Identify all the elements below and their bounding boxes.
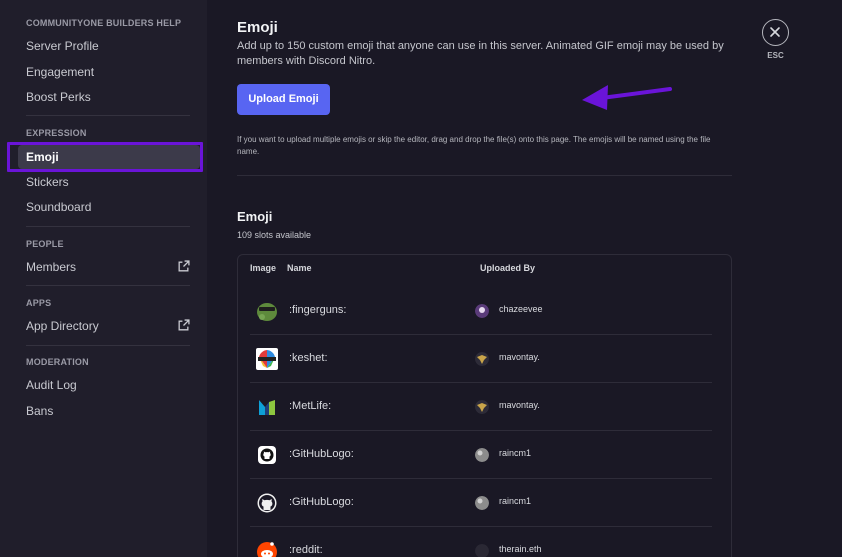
- table-row[interactable]: :MetLife: mavontay.: [238, 383, 731, 431]
- sidebar-item-boost-perks[interactable]: Boost Perks: [18, 85, 200, 109]
- upload-emoji-button[interactable]: Upload Emoji: [237, 84, 330, 115]
- page-description: Add up to 150 custom emoji that anyone c…: [237, 40, 724, 67]
- uploader-name: raincm1: [499, 448, 532, 458]
- github-emoji-icon: [258, 446, 276, 464]
- metlife-emoji-icon: [259, 400, 275, 415]
- sidebar-header-server: COMMUNITYONE BUILDERS HELP: [26, 18, 182, 28]
- emoji-name: :GitHubLogo:: [289, 448, 354, 460]
- avatar: [475, 352, 489, 366]
- sidebar-divider: [26, 285, 190, 286]
- emoji-list-title: Emoji: [237, 209, 273, 224]
- keshet-emoji-icon: [256, 348, 278, 370]
- avatar: [475, 544, 489, 557]
- avatar: [475, 448, 489, 462]
- close-icon: [770, 27, 780, 37]
- sidebar-item-engagement[interactable]: Engagement: [18, 60, 200, 84]
- uploader-name: mavontay.: [499, 352, 540, 362]
- sidebar-item-bans[interactable]: Bans: [18, 399, 200, 423]
- upload-hint-text: If you want to upload multiple emojis or…: [237, 135, 711, 156]
- close-button[interactable]: [762, 19, 789, 46]
- emoji-table: Image Name Uploaded By :fingerguns: chaz…: [237, 254, 732, 557]
- sidebar-item-stickers[interactable]: Stickers: [18, 170, 200, 194]
- uploader-name: therain.eth: [499, 544, 542, 554]
- uploader-name: chazeevee: [499, 304, 543, 314]
- reddit-emoji-icon: [257, 542, 277, 557]
- external-link-icon: [178, 319, 190, 331]
- sidebar-item-server-profile[interactable]: Server Profile: [18, 34, 200, 58]
- avatar: [475, 400, 489, 414]
- fingerguns-emoji-icon: [257, 303, 277, 321]
- emoji-highlight-box: [7, 142, 203, 172]
- emoji-name: :GitHubLogo:: [289, 496, 354, 508]
- sidebar-divider: [26, 226, 190, 227]
- settings-sidebar: COMMUNITYONE BUILDERS HELP Server Profil…: [0, 0, 207, 557]
- emoji-name: :reddit:: [289, 544, 323, 556]
- avatar: [475, 304, 489, 318]
- emoji-name: :MetLife:: [289, 400, 332, 412]
- github-emoji-icon: [257, 493, 277, 513]
- sidebar-item-members[interactable]: Members: [18, 255, 200, 279]
- column-header-uploaded-by: Uploaded By: [480, 263, 536, 273]
- table-row[interactable]: :GitHubLogo: raincm1: [238, 431, 731, 479]
- table-row[interactable]: :fingerguns: chazeevee: [238, 287, 731, 335]
- uploader-name: mavontay.: [499, 400, 540, 410]
- sidebar-item-audit-log[interactable]: Audit Log: [18, 373, 200, 397]
- sidebar-item-label: App Directory: [26, 319, 99, 333]
- annotation-arrow-icon: [582, 85, 672, 110]
- uploader-name: raincm1: [499, 496, 532, 506]
- sidebar-header-expression: EXPRESSION: [26, 128, 87, 138]
- slots-available: 109 slots available: [237, 230, 312, 240]
- sidebar-item-label: Members: [26, 260, 77, 274]
- table-row[interactable]: :keshet: mavontay.: [238, 335, 731, 383]
- section-divider: [237, 175, 732, 176]
- sidebar-header-moderation: MODERATION: [26, 357, 89, 367]
- emoji-name: :keshet:: [289, 352, 328, 364]
- table-row[interactable]: :GitHubLogo: raincm1: [238, 479, 731, 527]
- emoji-name: :fingerguns:: [289, 304, 347, 316]
- page-title: Emoji: [237, 19, 278, 36]
- column-header-image: Image: [250, 263, 277, 273]
- external-link-icon: [178, 260, 190, 272]
- esc-label: ESC: [767, 51, 784, 60]
- sidebar-header-apps: APPS: [26, 298, 52, 308]
- sidebar-header-people: PEOPLE: [26, 239, 64, 249]
- sidebar-divider: [26, 345, 190, 346]
- sidebar-divider: [26, 115, 190, 116]
- avatar: [475, 496, 489, 510]
- sidebar-item-soundboard[interactable]: Soundboard: [18, 195, 200, 219]
- sidebar-item-app-directory[interactable]: App Directory: [18, 314, 200, 338]
- column-header-name: Name: [287, 263, 312, 273]
- table-row[interactable]: :reddit: therain.eth: [238, 527, 731, 557]
